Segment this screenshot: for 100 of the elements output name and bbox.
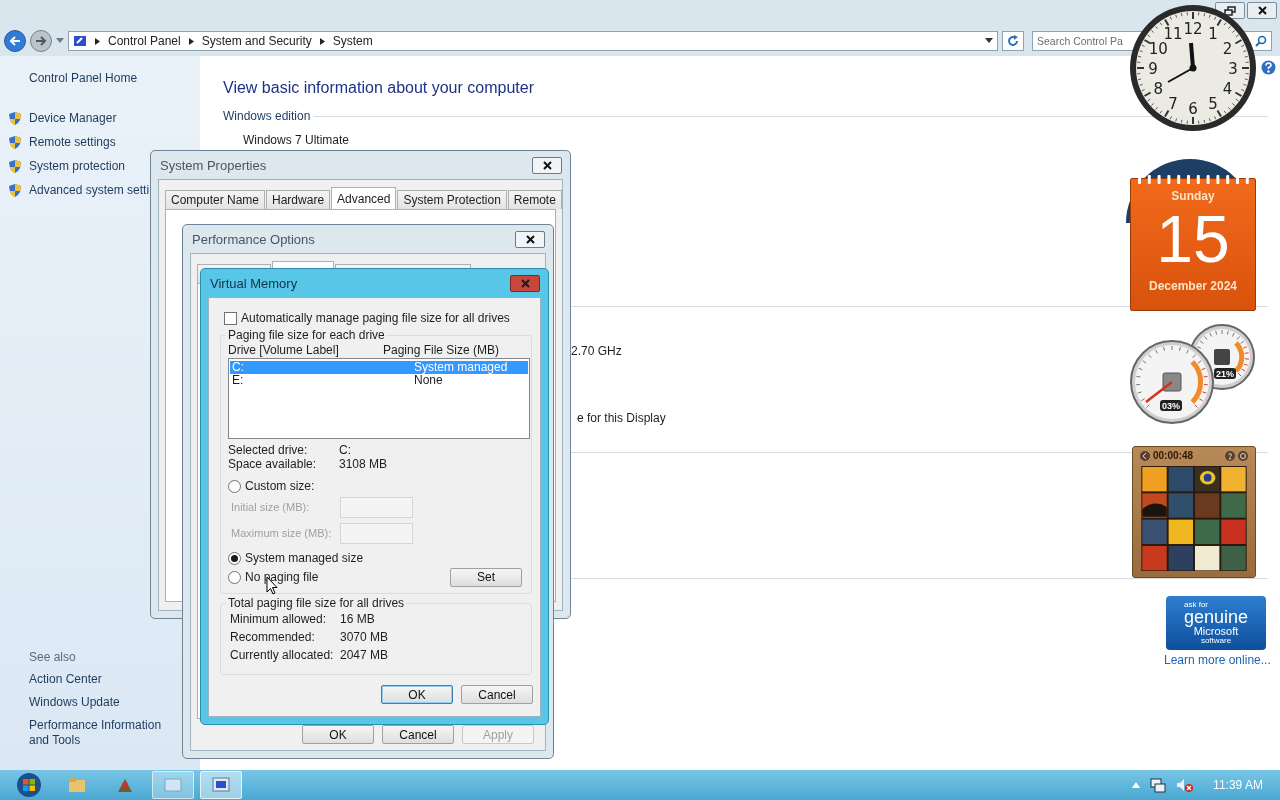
calendar-day: 15: [1156, 207, 1230, 271]
control-panel-icon: [212, 777, 230, 793]
calendar-month: December 2024: [1148, 279, 1238, 293]
cpu-reading: 03%: [1162, 401, 1180, 411]
shield-icon: [8, 158, 22, 174]
clock-numeral: 3: [1228, 60, 1238, 78]
tab[interactable]: Computer Name: [165, 190, 266, 209]
info-link[interactable]: e for this Display: [577, 410, 1268, 426]
control-panel-icon: [73, 35, 87, 47]
info-value: 3108 MB: [339, 457, 388, 471]
info-label: Selected drive:: [228, 443, 309, 457]
column-header: Paging File Size (MB): [383, 343, 500, 357]
close-button[interactable]: [1247, 2, 1277, 19]
sidebar-link[interactable]: Control Panel Home: [29, 70, 200, 86]
close-button[interactable]: [532, 156, 562, 174]
dialog-button[interactable]: OK: [381, 685, 453, 704]
edition-text: Windows 7 Ultimate: [243, 132, 351, 148]
close-button[interactable]: [515, 230, 545, 248]
page-heading: View basic information about your computer: [223, 78, 534, 98]
search-icon: [1255, 35, 1267, 47]
taskbar-button[interactable]: [200, 771, 242, 799]
back-icon[interactable]: [1140, 450, 1150, 461]
breadcrumb-item[interactable]: System: [332, 34, 373, 48]
window-icon: [164, 778, 182, 792]
input-field[interactable]: [340, 496, 413, 518]
info-value: C:: [339, 443, 351, 457]
back-arrow-icon: [9, 36, 21, 46]
chevron-icon: [95, 37, 100, 45]
sidebar-link[interactable]: Windows Update: [29, 695, 184, 710]
tab[interactable]: System Protection: [397, 190, 507, 209]
radio-label[interactable]: System managed size: [245, 551, 364, 565]
dialog-button[interactable]: Cancel: [382, 725, 454, 744]
group-title: Paging file size for each drive: [227, 328, 386, 342]
dialog-button[interactable]: OK: [302, 725, 374, 744]
shield-icon: [8, 182, 22, 198]
drive-row[interactable]: E: None: [230, 374, 528, 387]
sidebar-link[interactable]: Advanced system setti: [29, 183, 150, 197]
section-title: Windows edition: [223, 108, 311, 124]
info-label: Space available:: [228, 457, 318, 471]
group-title: Total paging file size for all drives: [227, 596, 406, 610]
clock-gadget[interactable]: [1130, 5, 1256, 131]
shield-icon: [8, 134, 22, 150]
input-field[interactable]: [340, 522, 413, 544]
refresh-icon[interactable]: [1238, 450, 1248, 461]
refresh-button[interactable]: [1002, 31, 1024, 51]
muted-volume-icon[interactable]: [1176, 777, 1194, 793]
checkbox-label[interactable]: Automatically manage paging file size for all drives: [241, 311, 510, 325]
help-icon[interactable]: [1225, 450, 1235, 461]
radio-button[interactable]: [228, 570, 241, 584]
info-label: Minimum allowed:: [229, 611, 328, 628]
radio-button[interactable]: [228, 479, 241, 493]
column-header: Drive [Volume Label]: [228, 343, 340, 357]
tab[interactable]: Remote: [507, 190, 562, 209]
radio-button[interactable]: [228, 551, 241, 565]
help-icon[interactable]: [1261, 60, 1276, 75]
checkbox[interactable]: [224, 311, 237, 325]
dropdown-icon[interactable]: [985, 38, 993, 44]
chevron-icon: [319, 37, 325, 45]
forward-button[interactable]: [30, 30, 52, 52]
tab[interactable]: Hardware: [266, 190, 331, 209]
radio-label[interactable]: Custom size:: [245, 479, 315, 493]
genuine-badge[interactable]: ask for genuine Microsoft software: [1166, 596, 1266, 650]
breadcrumb-item[interactable]: System and Security: [201, 34, 312, 48]
clock-numeral: 7: [1168, 94, 1178, 113]
clock-numeral: 12: [1183, 20, 1203, 38]
info-value: 16 MB: [340, 611, 375, 628]
sidebar-link[interactable]: Performance Information and Tools: [29, 718, 184, 748]
memory-reading: 21%: [1216, 369, 1234, 379]
tab[interactable]: Advanced: [331, 187, 397, 209]
windows-logo-icon: [16, 772, 42, 798]
info-value: 3070 MB: [340, 629, 389, 646]
address-bar[interactable]: Control Panel System and Security System: [68, 31, 998, 51]
refresh-icon: [1007, 35, 1019, 47]
close-icon: [520, 278, 530, 288]
sidebar-link[interactable]: Action Center: [29, 672, 184, 687]
folder-icon: [68, 777, 86, 793]
sidebar-link[interactable]: Device Manager: [29, 111, 117, 125]
breadcrumb-item[interactable]: Control Panel: [108, 34, 181, 48]
back-button[interactable]: [4, 30, 26, 52]
dialog-button[interactable]: Cancel: [461, 685, 533, 704]
window-title: Virtual Memory: [210, 275, 298, 291]
set-button[interactable]: Set: [450, 567, 522, 587]
clock-numeral: 4: [1222, 80, 1233, 98]
sidebar-link[interactable]: Remote settings: [29, 135, 116, 149]
radio-label[interactable]: No paging file: [245, 570, 319, 584]
network-icon[interactable]: [1150, 777, 1166, 793]
clock-numeral: 5: [1208, 94, 1218, 113]
info-label: Currently allocated:: [229, 647, 335, 664]
close-button[interactable]: [510, 274, 540, 292]
clock-numeral: 1: [1208, 25, 1218, 44]
info-text: 2.70 GHz: [571, 343, 623, 359]
puzzle-timer: 00:00:48: [1153, 450, 1194, 462]
window-title: System Properties: [160, 157, 267, 173]
sidebar-link[interactable]: System protection: [29, 159, 126, 173]
puzzle-gadget[interactable]: 00:00:48: [1132, 446, 1256, 578]
clock-numeral: 9: [1148, 60, 1158, 78]
calendar-weekday: Sunday: [1171, 189, 1215, 203]
close-icon: [542, 160, 552, 170]
see-also-heading: See also: [29, 650, 77, 664]
learn-more-link[interactable]: Learn more online...: [1164, 653, 1271, 667]
